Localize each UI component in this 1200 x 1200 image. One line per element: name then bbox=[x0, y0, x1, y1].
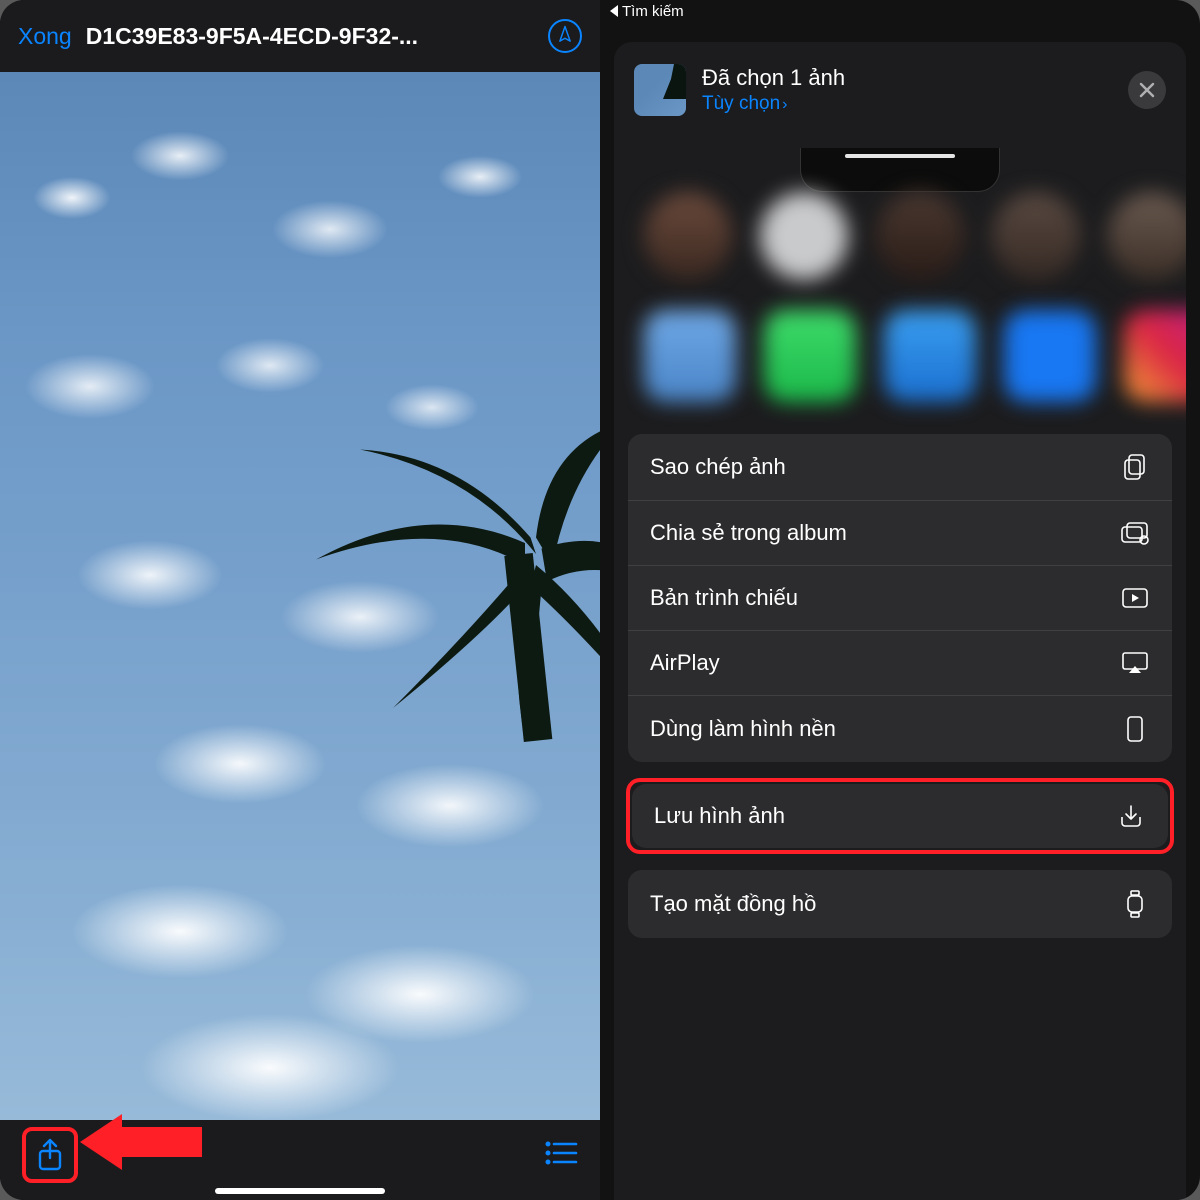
share-sheet: Đã chọn 1 ảnh Tùy chọn› bbox=[614, 42, 1186, 1200]
action-create-watchface[interactable]: Tạo mặt đồng hồ bbox=[628, 870, 1172, 938]
play-rect-icon bbox=[1120, 587, 1150, 609]
share-apps-row[interactable] bbox=[614, 290, 1186, 412]
share-button[interactable] bbox=[22, 1127, 78, 1183]
back-to-search[interactable]: Tìm kiếm bbox=[600, 0, 1200, 22]
app-icon[interactable] bbox=[884, 310, 976, 402]
selected-count-label: Đã chọn 1 ảnh bbox=[702, 65, 1112, 91]
instruction-arrow-icon bbox=[80, 1114, 202, 1170]
right-phone: Tìm kiếm Đã chọn 1 ảnh Tùy chọn› bbox=[600, 0, 1200, 1200]
shared-album-icon bbox=[1120, 521, 1150, 545]
copy-icon bbox=[1120, 453, 1150, 481]
markup-icon[interactable] bbox=[548, 19, 582, 53]
contact-avatar[interactable] bbox=[992, 192, 1080, 280]
download-icon bbox=[1116, 803, 1146, 829]
file-title: D1C39E83-9F5A-4ECD-9F32-... bbox=[86, 23, 534, 50]
back-chevron-icon bbox=[610, 5, 618, 17]
highlight-save-image: Lưu hình ảnh bbox=[626, 778, 1174, 854]
action-save-image[interactable]: Lưu hình ảnh bbox=[632, 784, 1168, 848]
chevron-right-icon: › bbox=[782, 96, 787, 113]
options-button[interactable]: Tùy chọn› bbox=[702, 93, 1112, 115]
contact-avatar[interactable] bbox=[876, 192, 964, 280]
app-icon[interactable] bbox=[1124, 310, 1186, 402]
selected-thumbnail[interactable] bbox=[634, 64, 686, 116]
photo-viewer-header: Xong D1C39E83-9F5A-4ECD-9F32-... bbox=[0, 0, 600, 72]
share-sheet-header: Đã chọn 1 ảnh Tùy chọn› bbox=[614, 42, 1186, 136]
app-icon[interactable] bbox=[764, 310, 856, 402]
phone-rect-icon bbox=[1120, 715, 1150, 743]
contact-avatar[interactable] bbox=[760, 192, 848, 280]
action-wallpaper[interactable]: Dùng làm hình nền bbox=[628, 696, 1172, 762]
action-airplay[interactable]: AirPlay bbox=[628, 631, 1172, 696]
action-list-main: Sao chép ảnh Chia sẻ trong album Bản trì… bbox=[628, 434, 1172, 762]
contact-avatar[interactable] bbox=[644, 192, 732, 280]
app-icon[interactable] bbox=[1004, 310, 1096, 402]
action-copy-photo[interactable]: Sao chép ảnh bbox=[628, 434, 1172, 501]
palm-tree bbox=[294, 303, 600, 827]
photo-preview[interactable] bbox=[0, 72, 600, 1120]
back-label: Tìm kiếm bbox=[622, 3, 684, 20]
action-share-album[interactable]: Chia sẻ trong album bbox=[628, 501, 1172, 566]
left-phone: Xong D1C39E83-9F5A-4ECD-9F32-... bbox=[0, 0, 600, 1200]
done-button[interactable]: Xong bbox=[18, 23, 72, 50]
app-icon[interactable] bbox=[644, 310, 736, 402]
watch-icon bbox=[1120, 889, 1150, 919]
contact-avatar[interactable] bbox=[1108, 192, 1186, 280]
airdrop-contacts-row[interactable] bbox=[614, 166, 1186, 290]
close-button[interactable] bbox=[1128, 71, 1166, 109]
home-indicator[interactable] bbox=[215, 1188, 385, 1194]
airplay-icon bbox=[1120, 651, 1150, 675]
bottom-toolbar bbox=[0, 1120, 600, 1200]
action-slideshow[interactable]: Bản trình chiếu bbox=[628, 566, 1172, 631]
action-list-extra: Tạo mặt đồng hồ bbox=[628, 870, 1172, 938]
list-button[interactable] bbox=[544, 1139, 578, 1172]
